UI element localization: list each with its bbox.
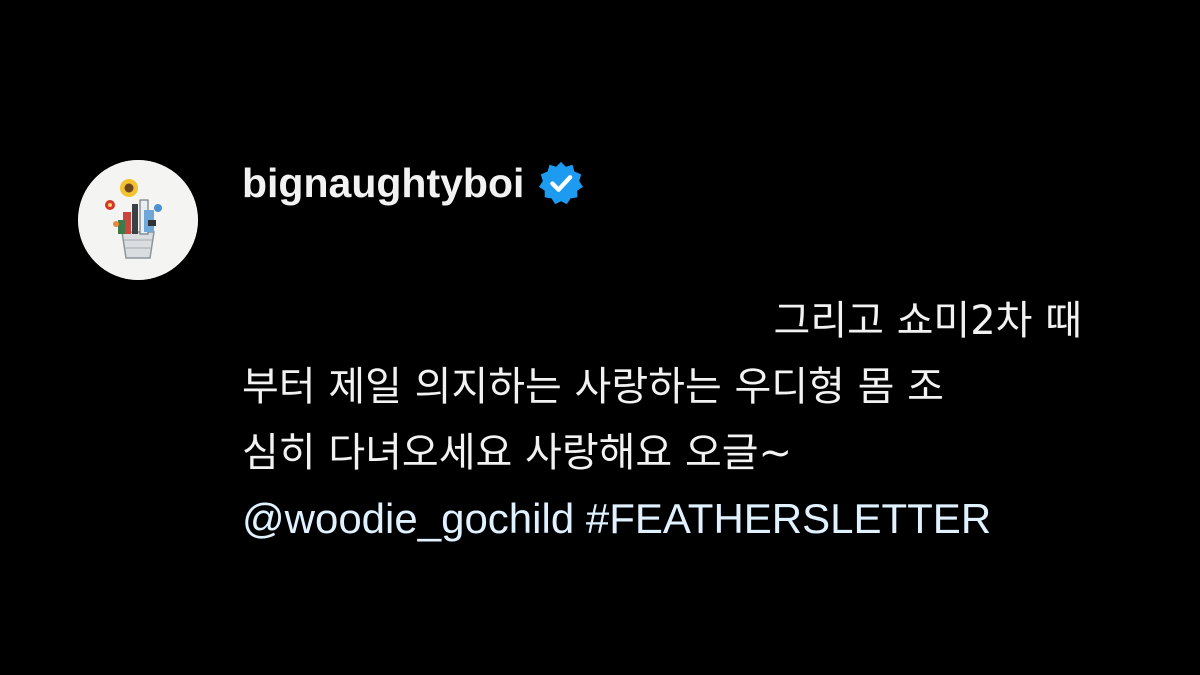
- comment-tags-line: @woodie_gochild #FEATHERSLETTER: [242, 486, 1082, 552]
- mention-link[interactable]: @woodie_gochild: [242, 495, 574, 542]
- comment-text-line: 그리고 쇼미2차 때: [773, 298, 1082, 344]
- comment-post: bignaughtyboi 그리고 쇼미2차 때 부터 제일 의지하는 사랑하는…: [0, 0, 1200, 675]
- comment-body: 그리고 쇼미2차 때 부터 제일 의지하는 사랑하는 우디형 몸 조 심히 다녀…: [242, 288, 1082, 552]
- comment-text-line: 부터 제일 의지하는 사랑하는 우디형 몸 조: [242, 364, 944, 410]
- username-link[interactable]: bignaughtyboi: [242, 160, 524, 207]
- hashtag-link[interactable]: #FEATHERSLETTER: [586, 495, 991, 542]
- flower-bucket-avatar-icon: [78, 160, 198, 280]
- comment-header: bignaughtyboi: [242, 158, 584, 208]
- comment-text-line: 심히 다녀오세요 사랑해요 오글~: [242, 430, 793, 476]
- verified-badge-icon: [538, 160, 584, 206]
- profile-avatar[interactable]: [78, 160, 198, 280]
